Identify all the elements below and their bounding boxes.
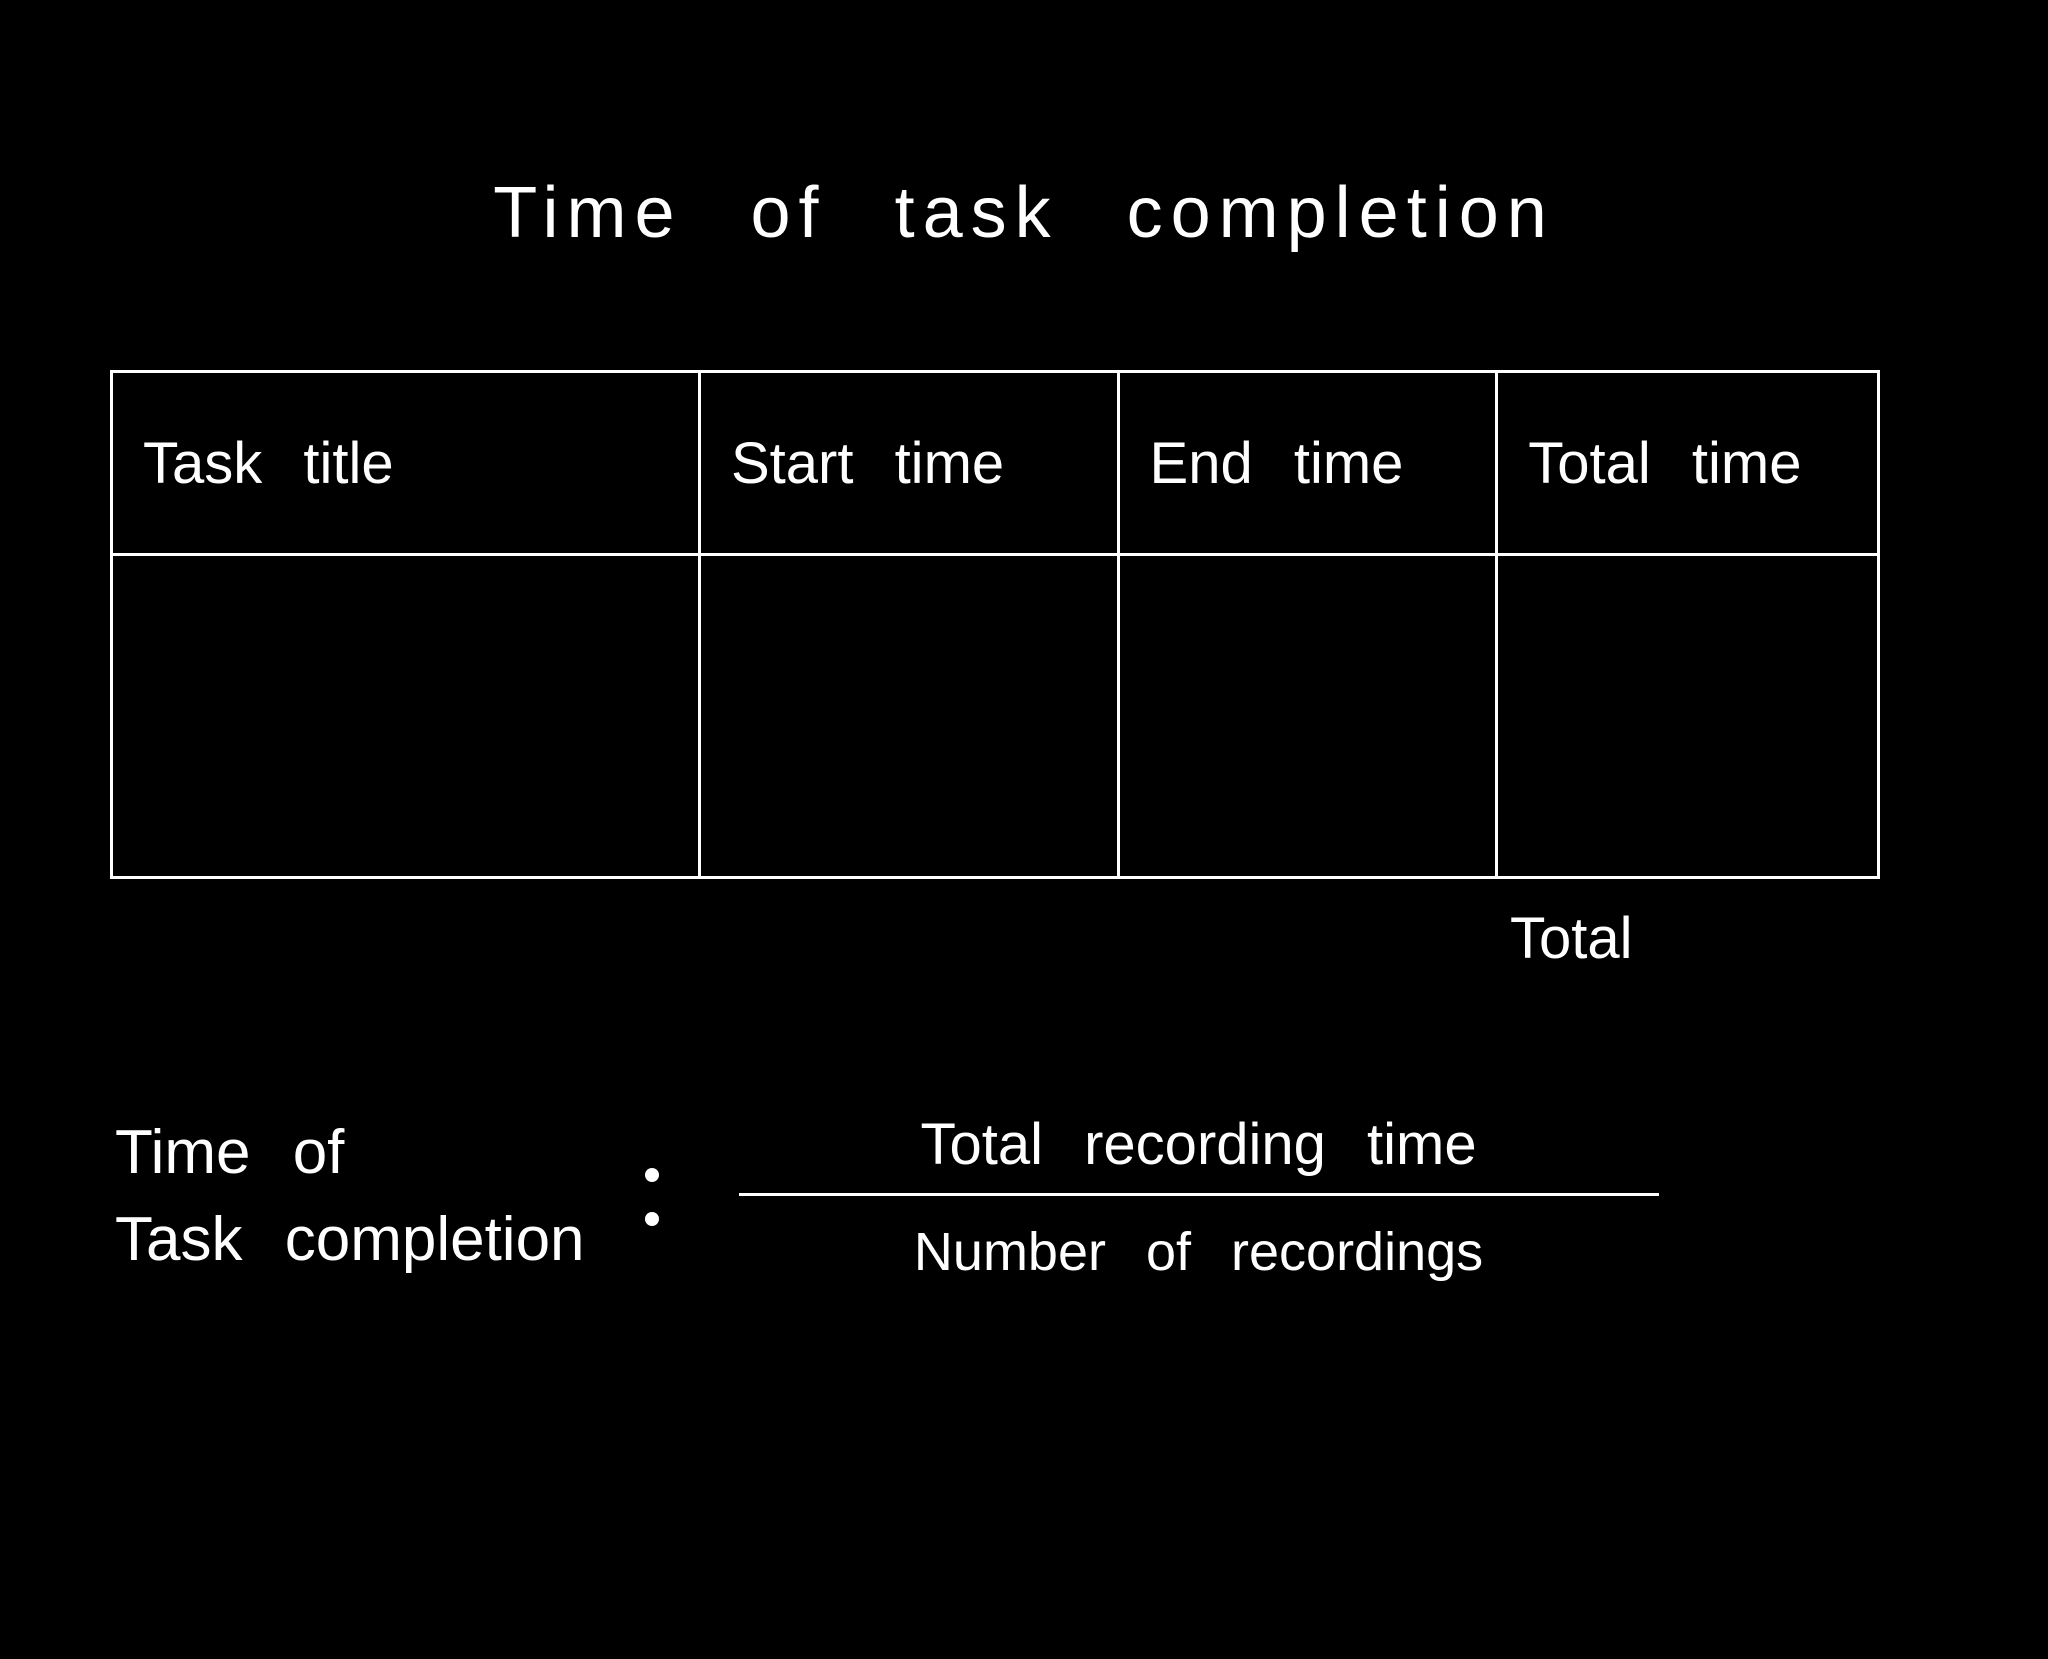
formula-left-side: Time of Task completion	[115, 1110, 585, 1284]
table-header-row: Task title Start time End time Total tim…	[113, 373, 1877, 556]
total-label: Total	[1510, 905, 1633, 972]
cell-end-time	[1120, 556, 1499, 876]
colon-dot-bottom	[645, 1212, 659, 1226]
formula-fraction: Total recording time Number of recording…	[739, 1111, 1659, 1283]
cell-start-time	[701, 556, 1120, 876]
fraction-numerator: Total recording time	[920, 1111, 1476, 1193]
header-total-time: Total time	[1498, 373, 1877, 553]
colon-dot-top	[645, 1168, 659, 1182]
page-title: Time of task completion	[0, 172, 2048, 254]
header-task-title: Task title	[113, 373, 701, 553]
colon-icon	[645, 1168, 659, 1226]
fraction-denominator: Number of recordings	[914, 1196, 1483, 1283]
cell-total-time	[1498, 556, 1877, 876]
table-row	[113, 556, 1877, 876]
cell-task-title	[113, 556, 701, 876]
formula-left-line2: Task completion	[115, 1197, 585, 1284]
header-end-time: End time	[1120, 373, 1499, 553]
formula: Time of Task completion Total recording …	[115, 1110, 1659, 1284]
formula-left-line1: Time of	[115, 1110, 585, 1197]
task-table: Task title Start time End time Total tim…	[110, 370, 1880, 879]
header-start-time: Start time	[701, 373, 1120, 553]
